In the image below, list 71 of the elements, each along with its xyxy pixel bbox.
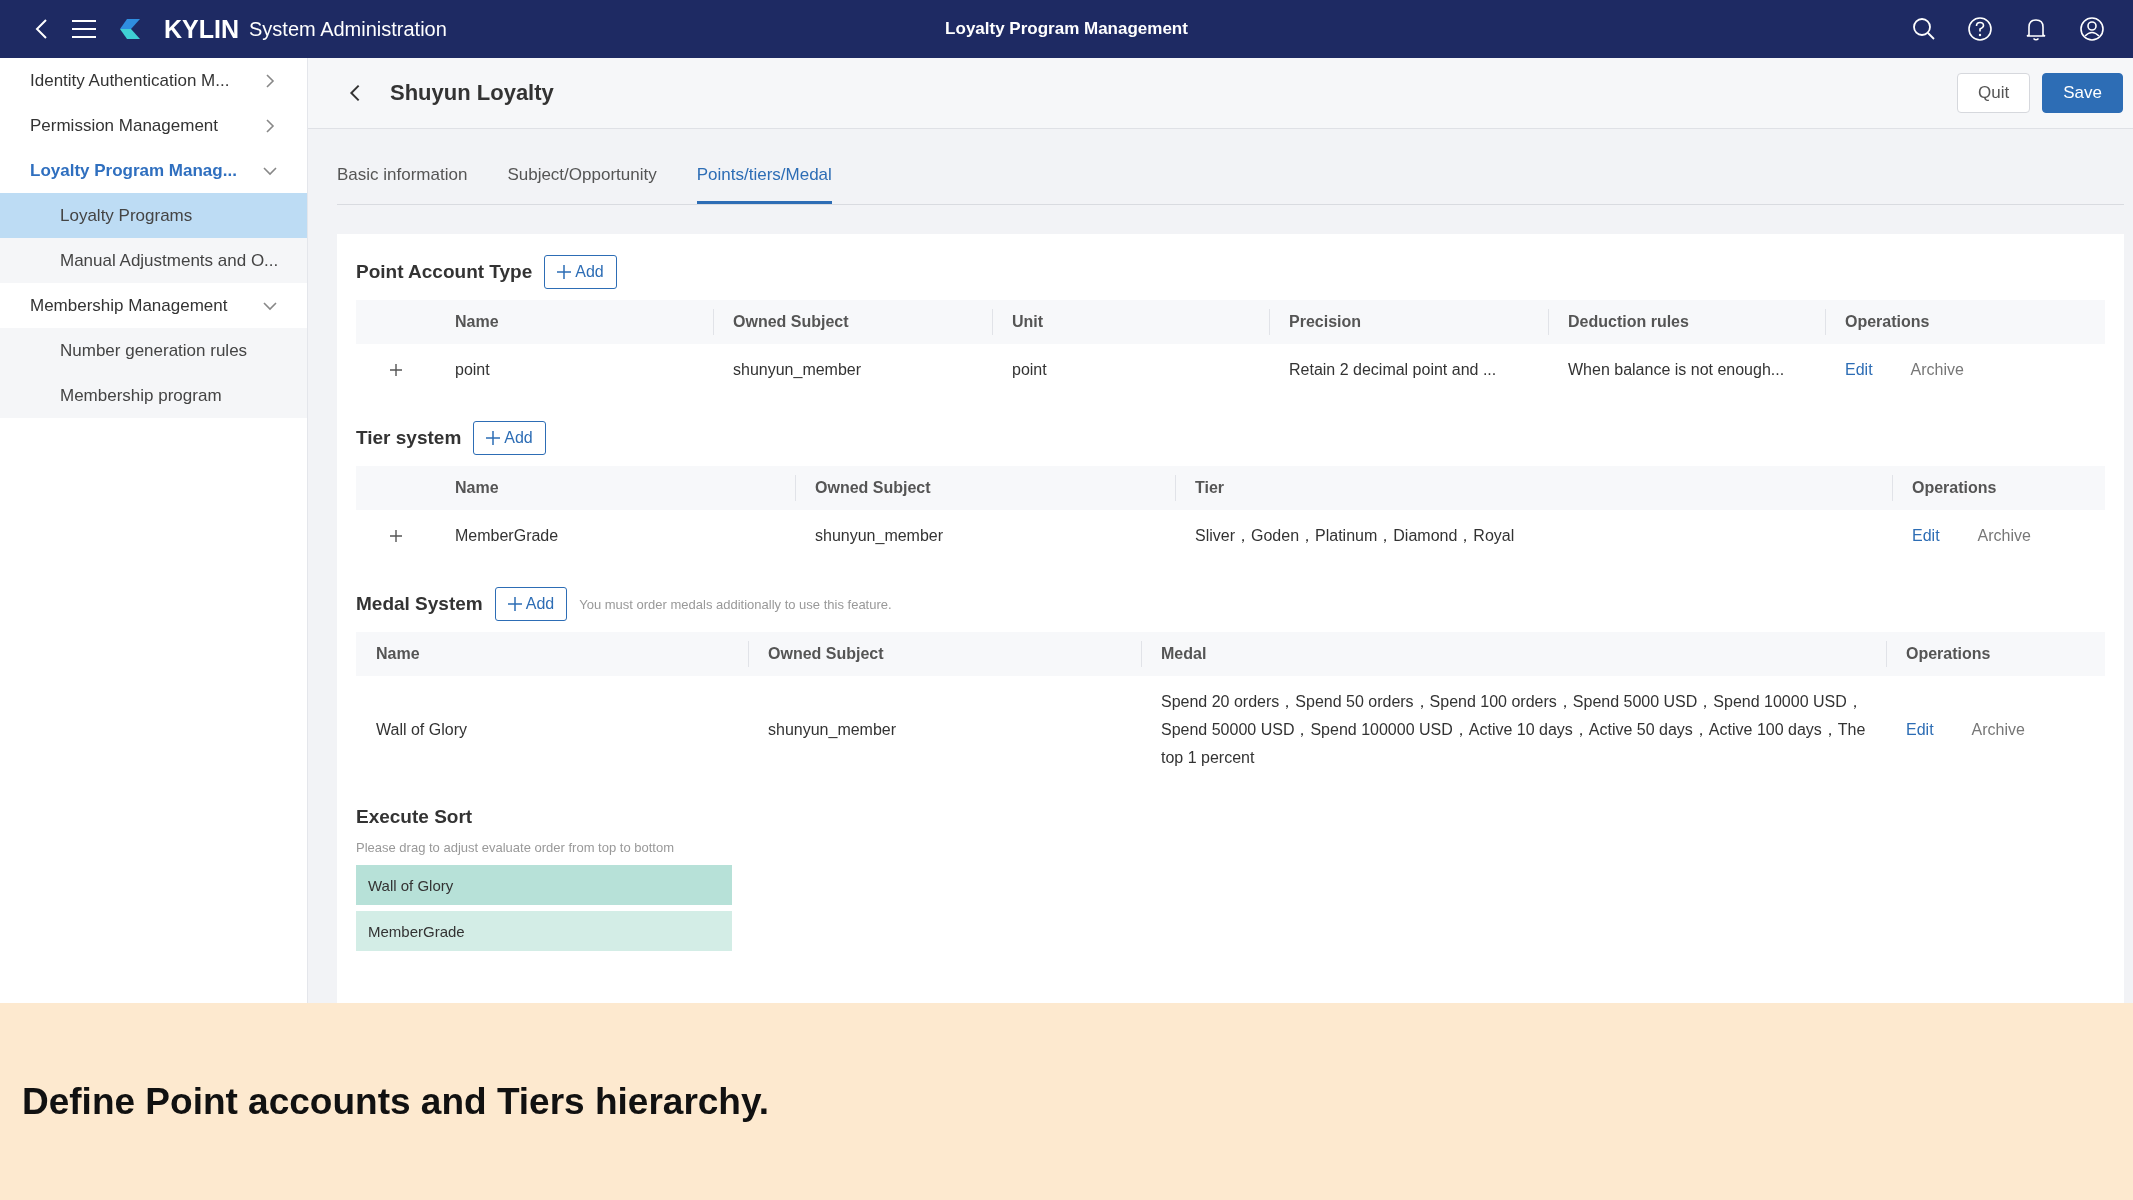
plus-icon	[507, 597, 522, 611]
caption: Define Point accounts and Tiers hierarchy.	[22, 1080, 770, 1123]
add-button[interactable]: Add	[473, 421, 546, 455]
section-note: You must order medals additionally to use this feature.	[579, 596, 892, 612]
column-header: Name	[455, 479, 499, 496]
table-cell: point	[1012, 361, 1047, 378]
column-header: Operations	[1912, 479, 1997, 496]
back-icon[interactable]	[34, 18, 50, 40]
user-icon[interactable]	[2079, 16, 2105, 42]
archive-link[interactable]: Archive	[1910, 361, 1964, 379]
expand-icon[interactable]	[388, 363, 403, 377]
app-name: System Administration	[249, 17, 447, 41]
add-button[interactable]: Add	[494, 587, 568, 621]
sidebar-item[interactable]: Number generation rules	[0, 328, 307, 373]
sort-item[interactable]: Wall of Glory	[356, 865, 732, 905]
sidebar-group[interactable]: Permission Management	[0, 103, 307, 148]
sort-item[interactable]: MemberGrade	[356, 911, 732, 951]
table-cell: shunyun_member	[733, 361, 862, 378]
sidebar-group[interactable]: Membership Management	[0, 283, 307, 328]
edit-link[interactable]: Edit	[1912, 527, 1940, 545]
column-header: Name	[376, 645, 420, 662]
column-header: Medal	[1161, 645, 1207, 662]
sidebar-item[interactable]: Membership program	[0, 373, 307, 418]
table-cell: MemberGrade	[455, 527, 559, 544]
sidebar-group[interactable]: Loyalty Program Manag...	[0, 148, 307, 193]
edit-link[interactable]: Edit	[1906, 721, 1934, 739]
plus-icon	[486, 431, 501, 445]
column-header: Precision	[1289, 313, 1362, 330]
section-title: Execute Sort	[356, 806, 474, 828]
brand-name: KYLIN	[164, 14, 239, 44]
sidebar-item[interactable]: Loyalty Programs	[0, 193, 307, 238]
table-cell: Retain 2 decimal point and ...	[1289, 361, 1497, 378]
sidebar-group[interactable]: Identity Authentication M...	[0, 58, 307, 103]
column-header: Name	[455, 313, 499, 330]
section-title: Tier system	[356, 427, 462, 449]
drag-hint: Please drag to adjust evaluate order from top to bottom	[356, 840, 675, 855]
table-cell: shunyun_member	[768, 721, 897, 738]
column-header: Owned Subject	[815, 479, 931, 496]
column-header: Owned Subject	[733, 313, 849, 330]
logo-icon	[118, 17, 142, 41]
page-heading: Shuyun Loyalty	[390, 80, 554, 106]
help-icon[interactable]	[1967, 16, 1993, 42]
table-cell: Spend 20 orders，Spend 50 orders，Spend 100 orders，Spend 5000 USD，Spend 10000 USD，Spend 50000 USD，Spend 100000 USD，Active 10 days，Active 50 days，Active 100 days，The top 1 percent	[1161, 693, 1866, 766]
add-button[interactable]: Add	[544, 255, 617, 289]
search-icon[interactable]	[1911, 16, 1937, 42]
plus-icon	[557, 265, 572, 279]
expand-icon[interactable]	[388, 529, 403, 543]
column-header: Tier	[1195, 479, 1225, 496]
column-header: Operations	[1906, 645, 1991, 662]
quit-button[interactable]: Quit	[1957, 73, 2031, 113]
table-cell: point	[455, 361, 490, 378]
sidebar-item[interactable]: Manual Adjustments and O...	[0, 238, 307, 283]
tab[interactable]: Basic information	[337, 165, 468, 204]
table-cell: When balance is not enough...	[1568, 361, 1785, 378]
column-header: Deduction rules	[1568, 313, 1689, 330]
section-title: Medal System	[356, 593, 483, 615]
column-header: Operations	[1845, 313, 1930, 330]
table-cell: Wall of Glory	[376, 721, 467, 738]
table-cell: Sliver，Goden，Platinum，Diamond，Royal	[1195, 527, 1515, 544]
column-header: Owned Subject	[768, 645, 884, 662]
archive-link[interactable]: Archive	[1971, 721, 2025, 739]
section-title: Point Account Type	[356, 261, 533, 283]
tab[interactable]: Subject/Opportunity	[507, 165, 657, 204]
edit-link[interactable]: Edit	[1845, 361, 1873, 379]
menu-icon[interactable]	[72, 20, 96, 38]
tab[interactable]: Points/tiers/Medal	[696, 165, 832, 204]
table-cell: shunyun_member	[815, 527, 944, 544]
archive-link[interactable]: Archive	[1977, 527, 2031, 545]
page-title: Loyalty Program Management	[945, 19, 1188, 38]
column-header: Unit	[1012, 313, 1044, 330]
save-button[interactable]: Save	[2042, 73, 2123, 113]
